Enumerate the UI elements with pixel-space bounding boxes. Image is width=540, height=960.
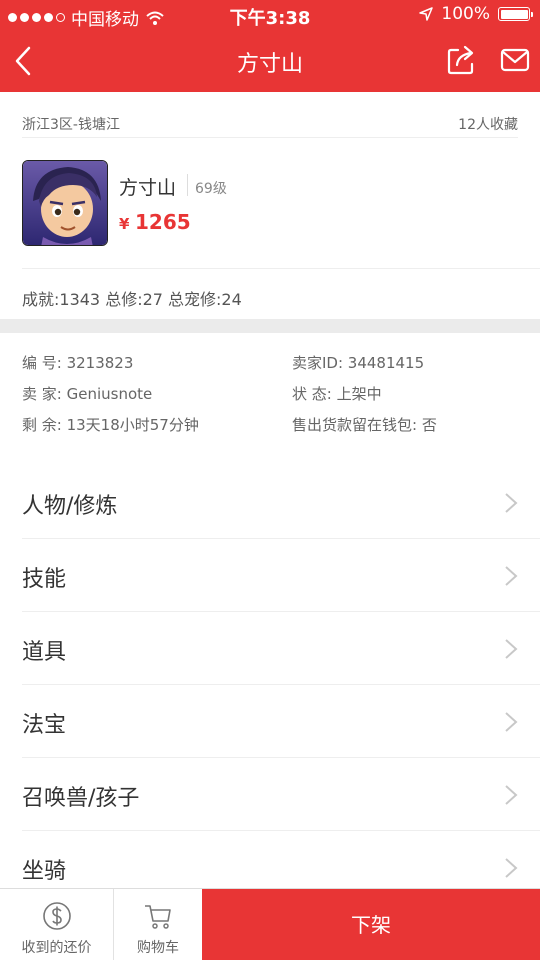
chevron-right-icon [505,785,518,805]
menu-item-label: 技能 [22,567,67,592]
mail-icon[interactable] [500,46,530,74]
favorites-count: 12人收藏 [458,117,518,133]
seller-id: 卖家ID: 34481415 [292,354,425,372]
menu-item-label: 召唤兽/孩子 [22,786,140,811]
server-name: 浙江3区-钱塘江 [22,117,120,133]
menu-item-items[interactable]: 道具 [22,612,540,685]
character-level: 69级 [195,181,227,197]
battery-icon [498,7,533,21]
listing-id: 编 号: 3213823 [22,354,134,372]
character-name: 方寸山 [119,177,177,199]
menu-item-summons-children[interactable]: 召唤兽/孩子 [22,758,540,831]
dollar-circle-icon [42,902,71,930]
location-arrow-icon [419,7,434,21]
header: 中国移动 下午3:38 100% 方寸山 [0,0,540,92]
received-offers-label: 收到的还价 [21,940,92,956]
achievement-stats: 成就:1343 总修:27 总宠修:24 [22,290,242,309]
share-icon[interactable] [446,44,476,76]
seller-name: 卖 家: Geniusnote [22,385,153,403]
battery-percent: 100% [441,4,490,24]
menu-item-label: 法宝 [22,713,67,738]
menu-item-label: 道具 [22,640,67,665]
bottom-action-bar: 收到的还价 购物车 下架 [0,888,540,960]
menu-item-label: 人物/修炼 [22,494,118,519]
chevron-right-icon [505,858,518,878]
chevron-right-icon [505,566,518,586]
currency-symbol: ¥ [119,215,130,233]
shopping-cart-icon [145,905,171,929]
chevron-right-icon [505,493,518,513]
cart-button[interactable]: 购物车 [114,889,202,960]
chevron-right-icon [505,639,518,659]
character-avatar [22,160,108,246]
listing-status: 状 态: 上架中 [292,385,382,403]
wallet-setting: 售出货款留在钱包: 否 [292,416,437,434]
delist-button[interactable]: 下架 [202,889,540,960]
time-remaining: 剩 余: 13天18小时57分钟 [22,416,199,434]
menu-item-magic-treasures[interactable]: 法宝 [22,685,540,758]
price-value: 1265 [135,210,191,234]
nav-bar: 方寸山 [0,30,540,92]
menu-item-character-cultivation[interactable]: 人物/修炼 [22,466,540,539]
received-offers-button[interactable]: 收到的还价 [0,889,114,960]
status-bar: 中国移动 下午3:38 100% [0,0,540,30]
status-right: 100% [419,4,533,24]
chevron-right-icon [505,712,518,732]
name-level-separator [187,174,188,196]
server-row: 浙江3区-钱塘江 12人收藏 [22,92,518,138]
menu-item-skills[interactable]: 技能 [22,539,540,612]
cart-label: 购物车 [137,940,179,956]
section-separator [0,319,540,333]
price: ¥ 1265 [119,210,191,234]
menu-item-label: 坐骑 [22,859,67,884]
divider [22,268,540,269]
